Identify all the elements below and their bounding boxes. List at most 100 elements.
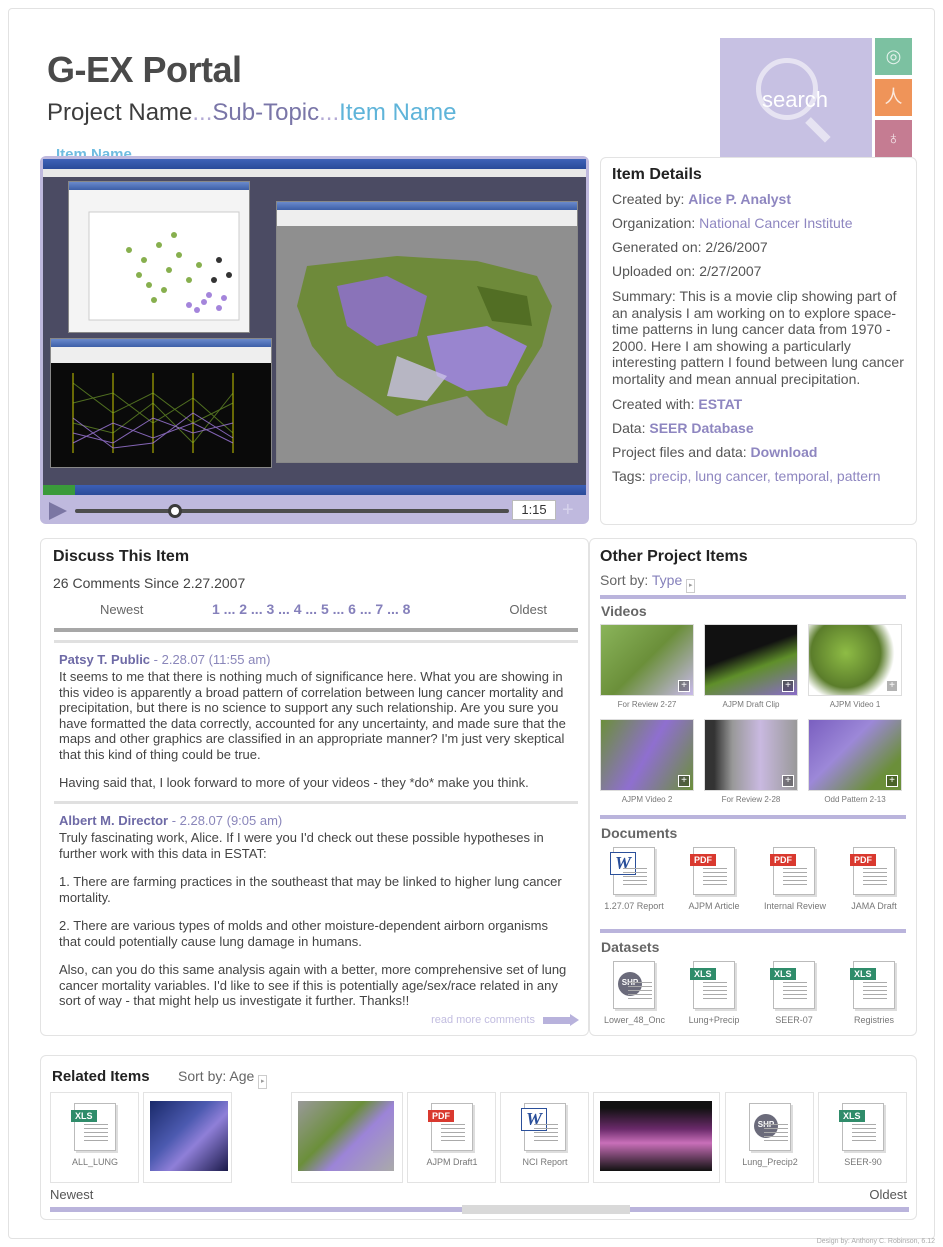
plus-icon: + [678, 775, 690, 787]
plus-icon: + [886, 775, 898, 787]
breadcrumb-separator: ... [192, 99, 213, 126]
sort-arrow-icon[interactable]: ▸ [686, 579, 696, 593]
pager-oldest[interactable]: Oldest [509, 602, 547, 617]
plus-icon: + [886, 680, 898, 692]
seek-bar[interactable] [75, 504, 509, 518]
search-button[interactable]: search [720, 38, 872, 158]
related-item[interactable] [593, 1092, 720, 1183]
data-link[interactable]: SEER Database [649, 420, 753, 436]
comment-text: Also, can you do this same analysis agai… [59, 962, 567, 1008]
comment-text: Having said that, I look forward to more… [59, 775, 529, 790]
nav-tile-circles[interactable]: ◎ [875, 38, 912, 75]
spreadsheet-icon: XLS [71, 1103, 116, 1151]
comment-pager: Newest 1 ... 2 ... 3 ... 4 ... 5 ... 6 .… [53, 601, 577, 619]
created-with-link[interactable]: ESTAT [698, 396, 742, 412]
video-thumbnail[interactable]: + [808, 719, 902, 791]
organization-link[interactable]: National Cancer Institute [699, 215, 852, 231]
related-item[interactable]: XLS SEER-90 [818, 1092, 907, 1183]
breadcrumb-project[interactable]: Project Name [47, 99, 192, 126]
comment-text: Truly fascinating work, Alice. If I were… [59, 830, 544, 861]
document-item[interactable]: W 1.27.07 Report [604, 847, 664, 911]
pager-newest[interactable]: Newest [100, 602, 143, 617]
video-thumbnail[interactable]: + [704, 624, 798, 696]
read-more-comments-link[interactable]: read more comments [431, 1013, 579, 1026]
pdf-icon: PDF [690, 847, 735, 895]
dataset-item[interactable]: XLS Lung+Precip [684, 961, 744, 1025]
other-project-items-panel: Other Project Items Sort by: Type ▸ Video… [589, 538, 917, 1036]
plus-icon: + [782, 775, 794, 787]
related-item[interactable] [291, 1092, 403, 1183]
video-taskbar [43, 485, 586, 495]
video-frame[interactable] [43, 159, 586, 495]
pcp-image [51, 363, 271, 467]
comment-author[interactable]: Patsy T. Public [59, 652, 150, 667]
breadcrumb-item[interactable]: Item Name [339, 99, 456, 126]
related-items-panel: Related Items Sort by: Age ▸ XLS ALL_LUNG … [40, 1055, 917, 1220]
plus-icon: + [782, 680, 794, 692]
related-item[interactable]: W NCI Report [500, 1092, 589, 1183]
created-with-row: Created with: ESTAT [612, 396, 743, 412]
files-row: Project files and data: Download [612, 444, 818, 460]
shapefile-icon: SHP [749, 1103, 791, 1151]
documents-section-title: Documents [601, 825, 678, 841]
data-row: Data: SEER Database [612, 420, 754, 436]
spreadsheet-icon: XLS [690, 961, 735, 1009]
sort-arrow-icon[interactable]: ▸ [258, 1075, 268, 1089]
video-thumbnail[interactable]: + [600, 719, 694, 791]
plus-icon[interactable]: + [562, 498, 574, 522]
item-details-panel: Item Details Created by: Alice P. Analys… [600, 157, 917, 525]
related-item[interactable]: XLS ALL_LUNG [50, 1092, 139, 1183]
dataset-item[interactable]: SHP Lower_48_Onc [604, 961, 665, 1025]
video-scatterplot-window [68, 181, 250, 333]
circles-icon: ◎ [885, 46, 902, 66]
related-item[interactable]: PDF AJPM Draft1 [407, 1092, 496, 1183]
video-thumbnail[interactable]: + [808, 624, 902, 696]
created-by-link[interactable]: Alice P. Analyst [688, 191, 791, 207]
comment-text: 2. There are various types of molds and … [59, 918, 548, 949]
related-item[interactable]: SHPLung_Precip2 [725, 1092, 814, 1183]
pager-pages[interactable]: 1 ... 2 ... 3 ... 4 ... 5 ... 6 ... 7 ..… [212, 601, 410, 617]
related-scrollbar[interactable] [50, 1205, 909, 1214]
spreadsheet-icon: XLS [839, 1103, 884, 1151]
breadcrumb-subtopic[interactable]: Sub-Topic [212, 99, 319, 126]
related-newest-label: Newest [50, 1187, 94, 1202]
spreadsheet-icon: XLS [770, 961, 815, 1009]
comment-item: Albert M. Director - 2.28.07 (9:05 am) T… [54, 801, 578, 1022]
comment-author[interactable]: Albert M. Director [59, 813, 168, 828]
related-sort-control[interactable]: Sort by: Age ▸ [178, 1068, 268, 1089]
pdf-icon: PDF [770, 847, 815, 895]
video-controls: 1:15 + [43, 498, 586, 522]
seek-handle[interactable] [167, 504, 182, 518]
generated-row: Generated on: 2/26/2007 [612, 239, 768, 255]
item-details-heading: Item Details [612, 166, 702, 183]
time-display: 1:15 [512, 500, 556, 520]
related-image-thumbnail [150, 1101, 228, 1171]
document-item[interactable]: PDF AJPM Article [684, 847, 744, 911]
sort-control[interactable]: Sort by: Type ▸ [600, 572, 696, 593]
arrow-right-icon [543, 1013, 579, 1026]
document-item[interactable]: PDF JAMA Draft [844, 847, 904, 911]
dataset-item[interactable]: XLS SEER-07 [764, 961, 824, 1025]
discuss-heading: Discuss This Item [53, 548, 190, 565]
related-item[interactable] [143, 1092, 232, 1183]
datasets-section-title: Datasets [601, 939, 660, 955]
nav-tile-lightbulb[interactable]: ♁ [875, 120, 912, 157]
download-link[interactable]: Download [751, 444, 818, 460]
summary-row: Summary: This is a movie clip showing pa… [612, 288, 904, 387]
play-icon[interactable] [49, 502, 67, 520]
scrollbar-thumb[interactable] [462, 1205, 630, 1214]
pdf-icon: PDF [850, 847, 895, 895]
document-item[interactable]: PDF Internal Review [764, 847, 826, 911]
tags-row: Tags: precip, lung cancer, temporal, pat… [612, 468, 881, 484]
video-map-window [276, 201, 578, 463]
dataset-item[interactable]: XLS Registries [844, 961, 904, 1025]
discussion-panel: Discuss This Item 26 Comments Since 2.27… [40, 538, 589, 1036]
tags-links[interactable]: precip, lung cancer, temporal, pattern [649, 468, 880, 484]
comment-text: 1. There are farming practices in the so… [59, 874, 562, 905]
related-video-thumbnail [600, 1101, 712, 1171]
pdf-icon: PDF [428, 1103, 473, 1151]
comment-count: 26 Comments Since 2.27.2007 [53, 575, 246, 591]
nav-tile-person[interactable]: 人 [875, 79, 912, 116]
video-thumbnail[interactable]: + [600, 624, 694, 696]
video-thumbnail[interactable]: + [704, 719, 798, 791]
